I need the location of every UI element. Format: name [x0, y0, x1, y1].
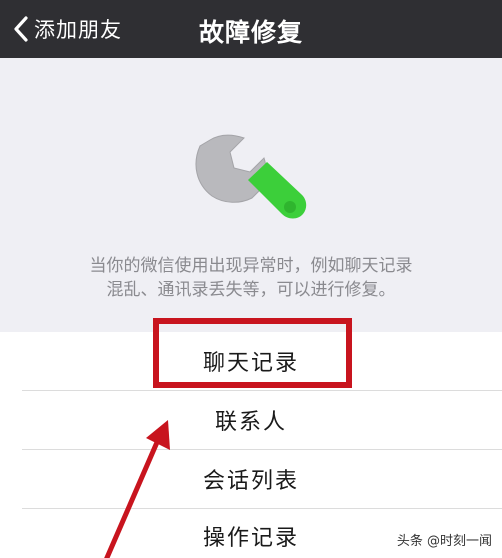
- description-line-1: 当你的微信使用出现异常时，例如聊天记录: [89, 256, 413, 276]
- page-title: 故障修复: [198, 18, 303, 47]
- repair-hero: 当你的微信使用出现异常时，例如聊天记录 混乱、通讯录丢失等，可以进行修复。: [0, 58, 502, 332]
- screen: 添加朋友 故障修复 当你的微信使用出现异常时，例如聊天记录 混乱、通讯录丢失等，…: [0, 0, 502, 558]
- watermark: 头条 @时刻一闻: [396, 534, 492, 549]
- repair-description: 当你的微信使用出现异常时，例如聊天记录 混乱、通讯录丢失等，可以进行修复。: [40, 254, 462, 302]
- navigation-bar: 添加朋友 故障修复: [0, 0, 502, 58]
- repair-options-list: 聊天记录 联系人 会话列表 操作记录: [0, 332, 502, 558]
- wrench-icon: [195, 134, 307, 219]
- description-line-2: 混乱、通讯录丢失等，可以进行修复。: [106, 280, 396, 300]
- menu-item-contacts[interactable]: 联系人: [0, 391, 502, 449]
- menu-item-conversation-list[interactable]: 会话列表: [0, 450, 502, 508]
- menu-item-chat-history[interactable]: 聊天记录: [0, 332, 502, 390]
